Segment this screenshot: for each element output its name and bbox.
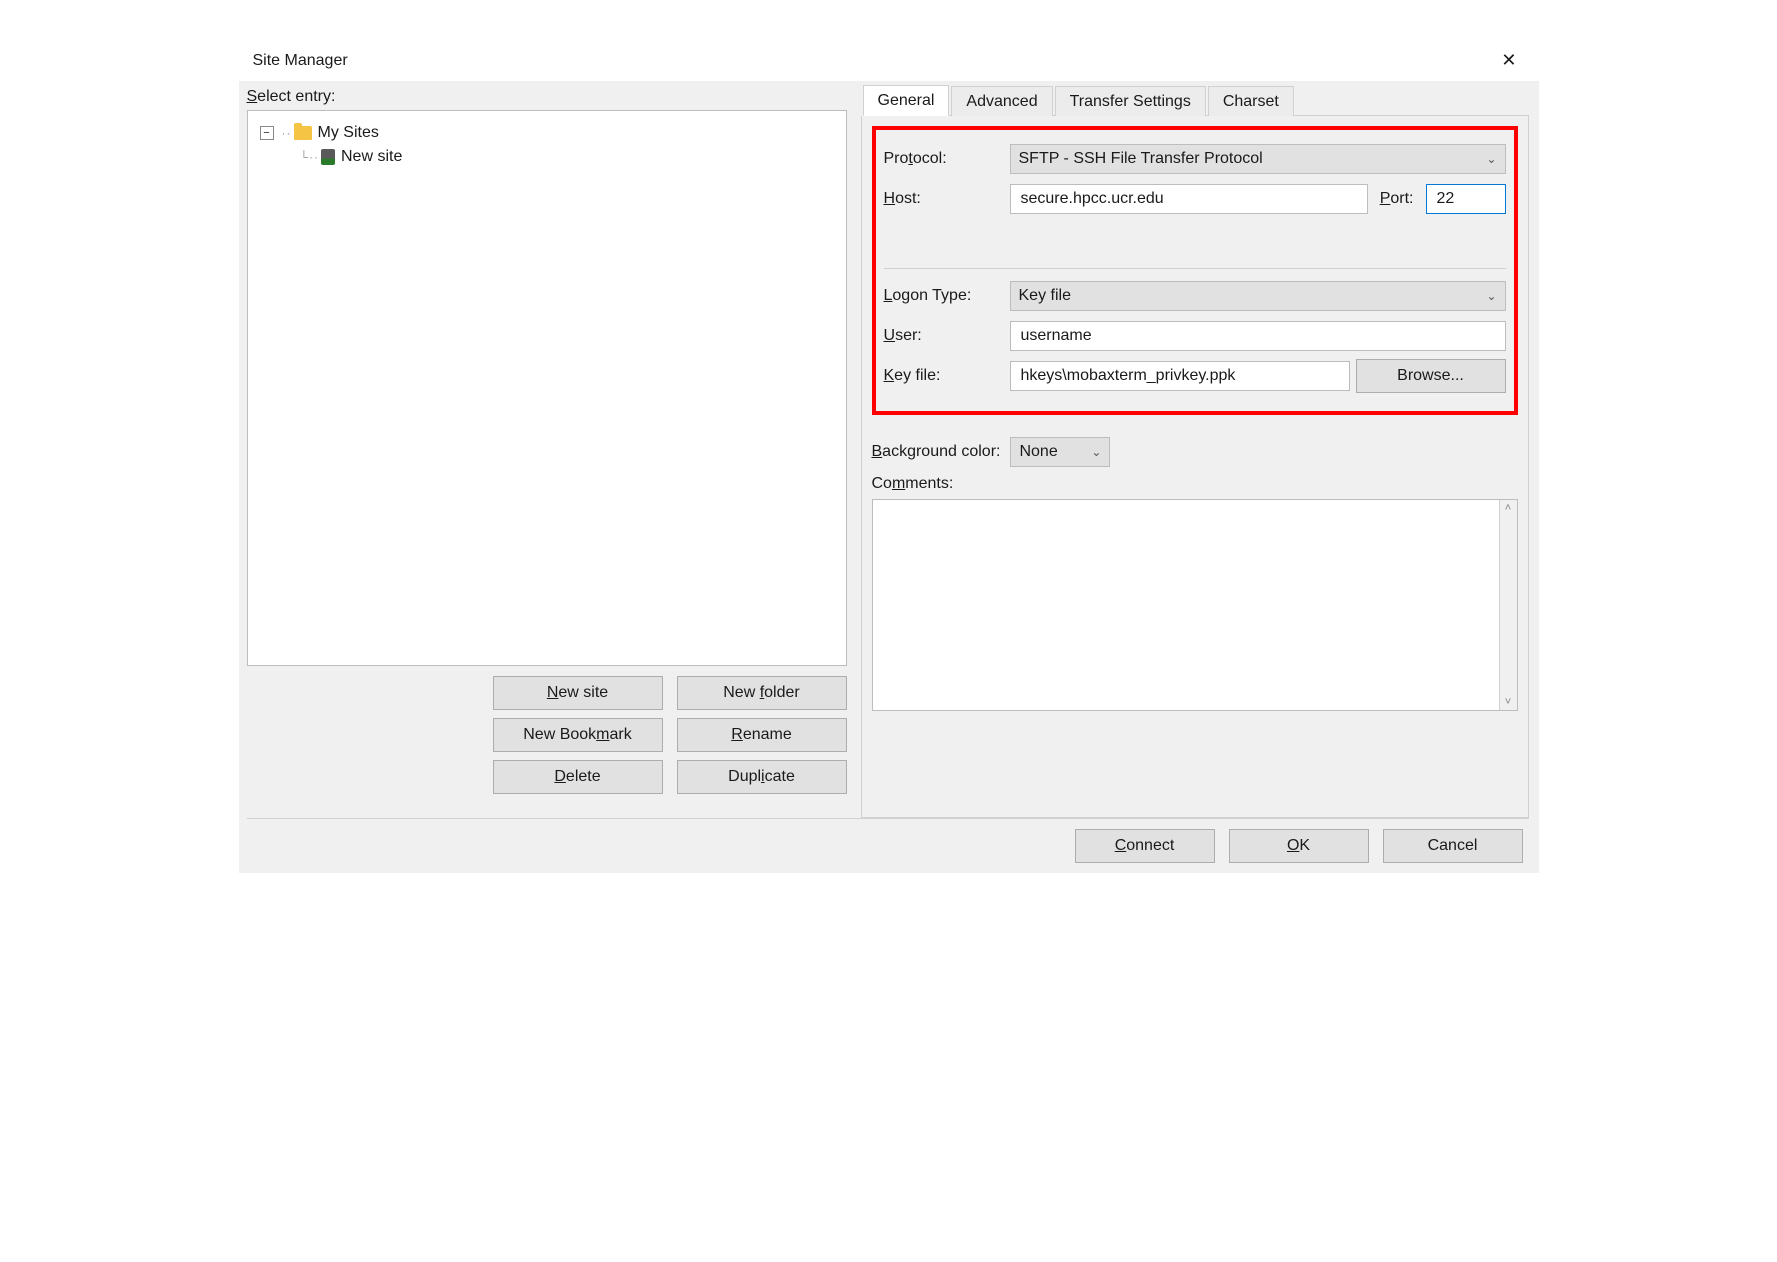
scroll-down-icon[interactable]: ˅ xyxy=(1505,694,1511,710)
host-input-field[interactable] xyxy=(1019,185,1359,213)
user-input[interactable] xyxy=(1010,321,1506,351)
keyfile-label: Key file: xyxy=(884,367,1004,385)
tab-advanced[interactable]: Advanced xyxy=(951,86,1052,116)
tab-general[interactable]: General xyxy=(863,85,950,116)
tree-collapse-icon[interactable]: − xyxy=(260,126,274,140)
folder-icon xyxy=(294,126,312,140)
select-entry-label: Select entry: xyxy=(247,88,847,106)
new-site-button[interactable]: New site xyxy=(493,676,663,710)
site-manager-window: Site Manager ✕ Select entry: // placehol… xyxy=(239,40,1539,873)
host-label: Host: xyxy=(884,190,1004,208)
logon-type-value: Key file xyxy=(1019,287,1071,305)
protocol-value: SFTP - SSH File Transfer Protocol xyxy=(1019,150,1263,168)
host-input[interactable] xyxy=(1010,184,1368,214)
keyfile-row: Key file: Browse... xyxy=(884,359,1506,393)
port-input[interactable] xyxy=(1426,184,1506,214)
logon-type-select[interactable]: Key file ⌄ xyxy=(1010,281,1506,311)
chevron-down-icon: ⌄ xyxy=(1091,445,1101,459)
tree-child-row[interactable]: └·· New site xyxy=(256,145,838,169)
titlebar: Site Manager ✕ xyxy=(239,40,1539,81)
comments-textarea[interactable]: ˄ ˅ xyxy=(872,499,1518,711)
new-folder-button[interactable]: New folder xyxy=(677,676,847,710)
window-title: Site Manager xyxy=(253,52,348,70)
tab-transfer-settings[interactable]: Transfer Settings xyxy=(1055,86,1206,116)
port-input-field[interactable] xyxy=(1435,185,1497,213)
close-icon[interactable]: ✕ xyxy=(1493,46,1524,75)
site-buttons-grid: New site New folder New Bookmark Rename … xyxy=(247,676,847,794)
server-icon xyxy=(321,149,335,165)
user-row: User: xyxy=(884,319,1506,353)
dialog-body: Select entry: // placeholder so underlin… xyxy=(239,81,1539,873)
tree-root-row[interactable]: − ·· My Sites xyxy=(256,121,838,145)
right-column: General Advanced Transfer Settings Chars… xyxy=(861,84,1529,818)
logon-type-label: Logon Type: xyxy=(884,287,1004,305)
protocol-row: Protocol: SFTP - SSH File Transfer Proto… xyxy=(884,142,1506,176)
logon-type-row: Logon Type: Key file ⌄ xyxy=(884,279,1506,313)
tab-bar: General Advanced Transfer Settings Chars… xyxy=(863,84,1529,116)
new-bookmark-button[interactable]: New Bookmark xyxy=(493,718,663,752)
protocol-label: Protocol: xyxy=(884,150,1004,168)
background-color-row: Background color: None ⌄ xyxy=(872,437,1518,467)
host-row: Host: Port: xyxy=(884,182,1506,216)
comments-scrollbar[interactable]: ˄ ˅ xyxy=(1499,500,1517,710)
delete-button[interactable]: Delete xyxy=(493,760,663,794)
port-label: Port: xyxy=(1374,190,1420,208)
left-column: Select entry: // placeholder so underlin… xyxy=(247,84,847,818)
spacer xyxy=(884,222,1506,252)
background-color-value: None xyxy=(1019,443,1057,461)
tree-connector-icon: ·· xyxy=(282,121,292,145)
background-color-select[interactable]: None ⌄ xyxy=(1010,437,1110,467)
comments-label: Comments: xyxy=(872,475,1518,493)
background-color-label: Background color: xyxy=(872,443,1001,461)
keyfile-input-field[interactable] xyxy=(1019,362,1341,390)
connect-button[interactable]: Connect xyxy=(1075,829,1215,863)
browse-button[interactable]: Browse... xyxy=(1356,359,1506,393)
chevron-down-icon: ⌄ xyxy=(1486,152,1496,166)
protocol-select[interactable]: SFTP - SSH File Transfer Protocol ⌄ xyxy=(1010,144,1506,174)
site-tree-panel[interactable]: − ·· My Sites └·· New site xyxy=(247,110,847,666)
user-input-field[interactable] xyxy=(1019,322,1497,350)
tree-child-label: New site xyxy=(341,145,402,169)
dialog-footer: Connect OK Cancel xyxy=(247,818,1529,867)
scroll-up-icon[interactable]: ˄ xyxy=(1505,500,1511,516)
section-divider xyxy=(884,268,1506,269)
duplicate-button[interactable]: Duplicate xyxy=(677,760,847,794)
ok-button[interactable]: OK xyxy=(1229,829,1369,863)
highlighted-connection-settings: Protocol: SFTP - SSH File Transfer Proto… xyxy=(872,126,1518,415)
cancel-button[interactable]: Cancel xyxy=(1383,829,1523,863)
user-label: User: xyxy=(884,327,1004,345)
chevron-down-icon: ⌄ xyxy=(1486,289,1496,303)
tree-root-label: My Sites xyxy=(318,121,379,145)
rename-button[interactable]: Rename xyxy=(677,718,847,752)
tab-general-body: Protocol: SFTP - SSH File Transfer Proto… xyxy=(861,116,1529,818)
tree-connector-icon: └·· xyxy=(300,145,320,169)
keyfile-input[interactable] xyxy=(1010,361,1350,391)
tab-charset[interactable]: Charset xyxy=(1208,86,1294,116)
